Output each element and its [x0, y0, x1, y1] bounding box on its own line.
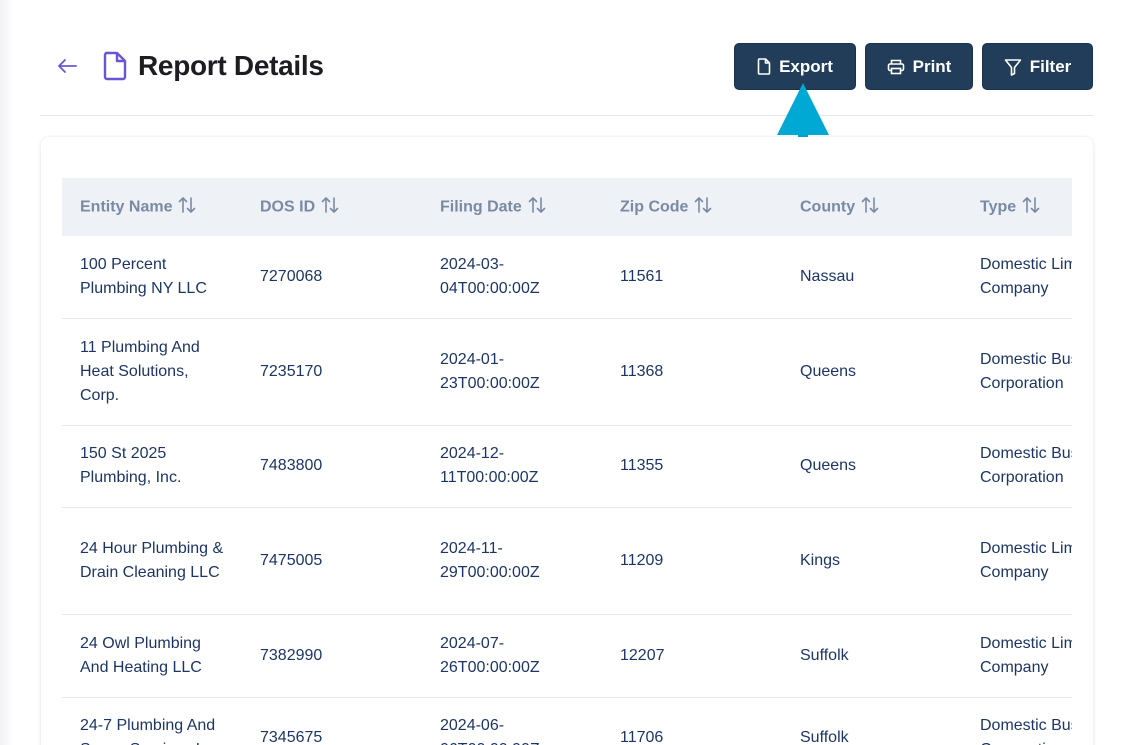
cell-zip-code: 11368 — [602, 318, 782, 426]
cell-filing-date: 2024-11-29T00:00:00Z — [422, 507, 602, 615]
cell-text: Domestic Business Corporation — [980, 350, 1072, 392]
cell-zip-code: 11561 — [602, 236, 782, 319]
cell-dos-id: 7345675 — [242, 697, 422, 745]
cell-type: Domestic Limited Liability Company — [962, 236, 1072, 319]
cell-county: Kings — [782, 507, 962, 615]
column-header-label: Filing Date — [440, 198, 522, 216]
sort-icon[interactable] — [1022, 196, 1040, 219]
cell-county: Queens — [782, 318, 962, 426]
cell-county: Nassau — [782, 236, 962, 319]
cell-dos-id: 7483800 — [242, 425, 422, 508]
cell-type: Domestic Limited Liability Company — [962, 614, 1072, 698]
file-icon — [757, 58, 771, 75]
cell-entity-name: 24-7 Plumbing And Sewer Services Inc. — [62, 697, 242, 745]
column-header-label: Type — [980, 198, 1017, 216]
cell-entity-name: 24 Owl Plumbing And Heating LLC — [62, 614, 242, 698]
cell-county: Suffolk — [782, 697, 962, 745]
document-icon — [102, 51, 128, 81]
toolbar: Export Print Filter — [734, 43, 1093, 90]
cell-filing-date: 2024-07-26T00:00:00Z — [422, 614, 602, 698]
cell-dos-id: 7270068 — [242, 236, 422, 319]
cell-entity-name: 11 Plumbing And Heat Solutions, Corp. — [62, 318, 242, 426]
cell-dos-id: 7235170 — [242, 318, 422, 426]
cell-type: Domestic Business Corporation — [962, 318, 1072, 426]
print-button[interactable]: Print — [865, 43, 973, 90]
cell-text: Domestic Business Corporation — [980, 445, 1072, 486]
cell-type: Domestic Business Corporation — [962, 425, 1072, 508]
cell-type: Domestic Business Corporation — [962, 697, 1072, 745]
column-header-label: DOS ID — [260, 198, 316, 216]
column-header-county[interactable]: County — [782, 178, 962, 236]
cell-filing-date: 2024-03-04T00:00:00Z — [422, 236, 602, 319]
cell-text: Domestic Business Corporation — [980, 717, 1072, 745]
column-header-type[interactable]: Type — [962, 178, 1072, 236]
column-header-filing-date[interactable]: Filing Date — [422, 178, 602, 236]
cell-text: Domestic Limited Liability Company — [980, 255, 1072, 297]
cell-dos-id: 7382990 — [242, 614, 422, 698]
cell-zip-code: 11706 — [602, 697, 782, 745]
sort-icon[interactable] — [321, 196, 339, 219]
page-edge — [0, 0, 14, 745]
cell-text: Domestic Limited Liability Company — [980, 634, 1072, 676]
results-card: Entity Name DOS ID Filing Date Zip Code Coun… — [41, 137, 1093, 745]
column-header-label: Entity Name — [80, 198, 173, 216]
table-row[interactable]: 150 St 2025 Plumbing, Inc. 7483800 2024-12… — [62, 425, 1072, 508]
table-row[interactable]: 24 Owl Plumbing And Heating LLC 7382990 20… — [62, 614, 1072, 698]
sort-icon[interactable] — [178, 196, 196, 219]
print-label: Print — [912, 56, 952, 76]
results-table: Entity Name DOS ID Filing Date Zip Code Coun… — [62, 178, 1072, 745]
cell-county: Queens — [782, 425, 962, 508]
table-header-row: Entity Name DOS ID Filing Date Zip Code Coun… — [62, 178, 1072, 236]
export-label: Export — [779, 56, 833, 76]
arrow-left-icon — [58, 59, 77, 73]
cell-text: Domestic Limited Liability Company — [980, 539, 1072, 581]
cell-entity-name: 100 Percent Plumbing NY LLC — [62, 236, 242, 319]
column-header-entity-name[interactable]: Entity Name — [62, 178, 242, 236]
cell-dos-id: 7475005 — [242, 507, 422, 615]
filter-button[interactable]: Filter — [982, 43, 1093, 90]
cell-zip-code: 12207 — [602, 614, 782, 698]
filter-icon — [1004, 58, 1022, 76]
table-row[interactable]: 11 Plumbing And Heat Solutions, Corp. 723… — [62, 318, 1072, 426]
table-scroll-area[interactable]: Entity Name DOS ID Filing Date Zip Code Coun… — [62, 178, 1072, 745]
column-header-label: County — [800, 198, 856, 216]
page-header: Report Details Export Print Filter — [40, 40, 1093, 116]
cell-filing-date: 2024-12-11T00:00:00Z — [422, 425, 602, 508]
cell-filing-date: 2024-01-23T00:00:00Z — [422, 318, 602, 426]
cell-zip-code: 11209 — [602, 507, 782, 615]
cell-entity-name: 24 Hour Plumbing & Drain Cleaning LLC — [62, 507, 242, 615]
back-button[interactable] — [54, 53, 80, 79]
table-body: 100 Percent Plumbing NY LLC 7270068 2024-0… — [62, 236, 1072, 745]
table-row[interactable]: 24 Hour Plumbing & Drain Cleaning LLC 747… — [62, 507, 1072, 615]
page-title: Report Details — [138, 50, 324, 81]
column-header-zip-code[interactable]: Zip Code — [602, 178, 782, 236]
column-header-label: Zip Code — [620, 198, 689, 216]
cell-filing-date: 2024-06-06T00:00:00Z — [422, 697, 602, 745]
column-header-dos-id[interactable]: DOS ID — [242, 178, 422, 236]
sort-icon[interactable] — [861, 196, 879, 219]
cell-type: Domestic Limited Liability Company — [962, 507, 1072, 615]
table-row[interactable]: 24-7 Plumbing And Sewer Services Inc.734… — [62, 697, 1072, 745]
sort-icon[interactable] — [694, 196, 712, 219]
printer-icon — [887, 59, 904, 74]
cell-zip-code: 11355 — [602, 425, 782, 508]
cell-entity-name: 150 St 2025 Plumbing, Inc. — [62, 425, 242, 508]
cell-county: Suffolk — [782, 614, 962, 698]
export-button[interactable]: Export — [734, 43, 856, 90]
table-row[interactable]: 100 Percent Plumbing NY LLC 7270068 2024-0… — [62, 236, 1072, 319]
filter-label: Filter — [1029, 56, 1072, 76]
sort-icon[interactable] — [528, 196, 546, 219]
